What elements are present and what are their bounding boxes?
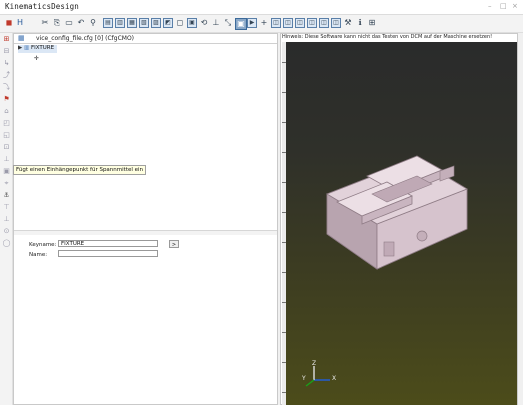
keyname-field[interactable]: FIXTURE [58, 240, 158, 247]
properties-panel: Keyname: FIXTURE > Name: [14, 235, 277, 404]
left-toolbar: ⊞ ⊟ ↳ ⤴ ⤵ ⚑ ⌂ ◰ ◱ ⊡ ⊥ ▣ ⌖ ⚓ ⊤ ⊥ ⊙ ◯ [0, 33, 13, 405]
insert-node-icon[interactable]: ⊞ [2, 35, 11, 44]
view-top-icon[interactable]: ▨ [151, 18, 161, 28]
axis-icon[interactable]: ⊥ [211, 18, 221, 28]
insert-spindle-icon[interactable]: ▣ [2, 167, 11, 176]
application-window: KinematicsDesign – □ × ◼ H ✂ ⎘ ▭ ↶ ⚲ ▤ ▥… [0, 0, 523, 405]
name-field[interactable] [58, 250, 158, 257]
insert-collision-icon[interactable]: ⊡ [2, 143, 11, 152]
mode-move-icon[interactable]: ▶ [247, 18, 257, 28]
close-button[interactable]: × [512, 2, 518, 10]
insert-sensor-icon[interactable]: ⊙ [2, 227, 11, 236]
cut-icon[interactable]: ✂ [40, 18, 50, 28]
insert-table-icon[interactable]: ⚑ [2, 95, 11, 104]
tree-node-label: FIXTURE [30, 45, 55, 51]
insert-tool-icon[interactable]: ⊥ [2, 155, 11, 164]
tree-node-fixture[interactable]: ▶ ▥ FIXTURE [18, 45, 58, 53]
ruler-tick [282, 362, 286, 363]
axis-z-label: Z [312, 360, 317, 367]
config-tree[interactable]: ▶ ▥ FIXTURE ✛ [14, 43, 277, 230]
fixture-node-icon: ▥ [23, 45, 30, 51]
insert-ref-icon[interactable]: ⌖ [2, 179, 11, 188]
ruler-tick [282, 152, 286, 153]
title-bar: KinematicsDesign – □ × [0, 0, 523, 15]
name-label: Name: [29, 252, 48, 258]
layer-6-icon[interactable]: ◫ [331, 18, 341, 28]
save-icon[interactable]: ◼ [4, 18, 14, 28]
warning-hint: Hinweis: Diese Software kann nicht das T… [282, 34, 493, 40]
view-fit-icon[interactable]: ▣ [187, 18, 197, 28]
insert-chain-icon[interactable]: ↳ [2, 59, 11, 68]
layer-3-icon[interactable]: ◫ [295, 18, 305, 28]
config-file-icon: ▦ [18, 34, 25, 42]
insert-head-icon[interactable]: ⌂ [2, 107, 11, 116]
main-toolbar: ◼ H ✂ ⎘ ▭ ↶ ⚲ ▤ ▥ ▦ ▧ ▨ ◩ ◻ ▣ ⟲ ⊥ ⤡ ▣ ▶ … [0, 15, 523, 33]
vise-model [326, 155, 468, 270]
insert-child-icon[interactable]: ⊟ [2, 47, 11, 56]
layer-4-icon[interactable]: ◫ [307, 18, 317, 28]
view-left-icon[interactable]: ▦ [127, 18, 137, 28]
view-right-icon[interactable]: ▧ [139, 18, 149, 28]
paste-icon[interactable]: ▭ [64, 18, 74, 28]
ruler-tick [282, 392, 286, 393]
layer-2-icon[interactable]: ◫ [283, 18, 293, 28]
layer-1-icon[interactable]: ◫ [271, 18, 281, 28]
keyname-label: Keyname: [29, 242, 57, 248]
save-as-icon[interactable]: H [15, 18, 25, 28]
window-title: KinematicsDesign [5, 2, 79, 11]
insert-cursor-icon: ✛ [34, 55, 40, 62]
insert-body-icon[interactable]: ◰ [2, 119, 11, 128]
axis-x-label: X [332, 375, 337, 382]
3d-view-pane: Hinweis: Diese Software kann nicht das T… [280, 33, 518, 405]
copy-icon[interactable]: ⎘ [52, 18, 62, 28]
file-header: ▦ vice_config_file.cfg [0] (CfgCMO) [14, 34, 277, 43]
vertical-ruler [282, 42, 286, 405]
axis-y-label: Y [302, 375, 306, 382]
grid-icon[interactable]: ⊞ [367, 18, 377, 28]
view-iso-icon[interactable]: ◩ [163, 18, 173, 28]
ruler-tick [282, 122, 286, 123]
layer-5-icon[interactable]: ◫ [319, 18, 329, 28]
tool-icon[interactable]: ⚒ [343, 18, 353, 28]
config-editor-pane: ▦ vice_config_file.cfg [0] (CfgCMO) ▶ ▥ … [13, 33, 278, 405]
find-icon[interactable]: ⚲ [88, 18, 98, 28]
minimize-button[interactable]: – [488, 2, 492, 10]
mode-select-icon[interactable]: ▣ [235, 18, 247, 30]
file-name: vice_config_file.cfg [0] (CfgCMO) [36, 35, 135, 42]
insert-axis-icon[interactable]: ⤵ [2, 83, 11, 92]
add-icon[interactable]: + [259, 18, 269, 28]
3d-viewport[interactable]: X Z Y [282, 42, 517, 405]
info-icon[interactable]: ℹ [355, 18, 365, 28]
ruler-tick [282, 272, 286, 273]
rotate-icon[interactable]: ⟲ [199, 18, 209, 28]
ruler-tick [282, 182, 286, 183]
insert-transform-icon[interactable]: ⤴ [2, 71, 11, 80]
insert-fixture-icon[interactable]: ⚓ [2, 191, 11, 200]
ruler-tick [282, 242, 286, 243]
maximize-button[interactable]: □ [500, 2, 507, 10]
insert-mesh-icon[interactable]: ◱ [2, 131, 11, 140]
ruler-tick [282, 92, 286, 93]
view-frame-icon[interactable]: ◻ [175, 18, 185, 28]
ruler-tick [282, 62, 286, 63]
insert-stop-icon[interactable]: ⊥ [2, 215, 11, 224]
insert-ring-icon[interactable]: ◯ [2, 239, 11, 248]
view-front-icon[interactable]: ▤ [103, 18, 113, 28]
insert-pin-icon[interactable]: ⊤ [2, 203, 11, 212]
ruler-tick [282, 332, 286, 333]
undo-icon[interactable]: ↶ [76, 18, 86, 28]
ruler-tick [282, 302, 286, 303]
keyname-go-button[interactable]: > [169, 240, 179, 248]
measure-icon[interactable]: ⤡ [223, 18, 233, 28]
view-back-icon[interactable]: ▥ [115, 18, 125, 28]
tooltip: Fügt einen Einhängepunkt für Spannmittel… [13, 165, 147, 175]
ruler-tick [282, 212, 286, 213]
expand-arrow-icon[interactable]: ▶ [18, 45, 22, 51]
